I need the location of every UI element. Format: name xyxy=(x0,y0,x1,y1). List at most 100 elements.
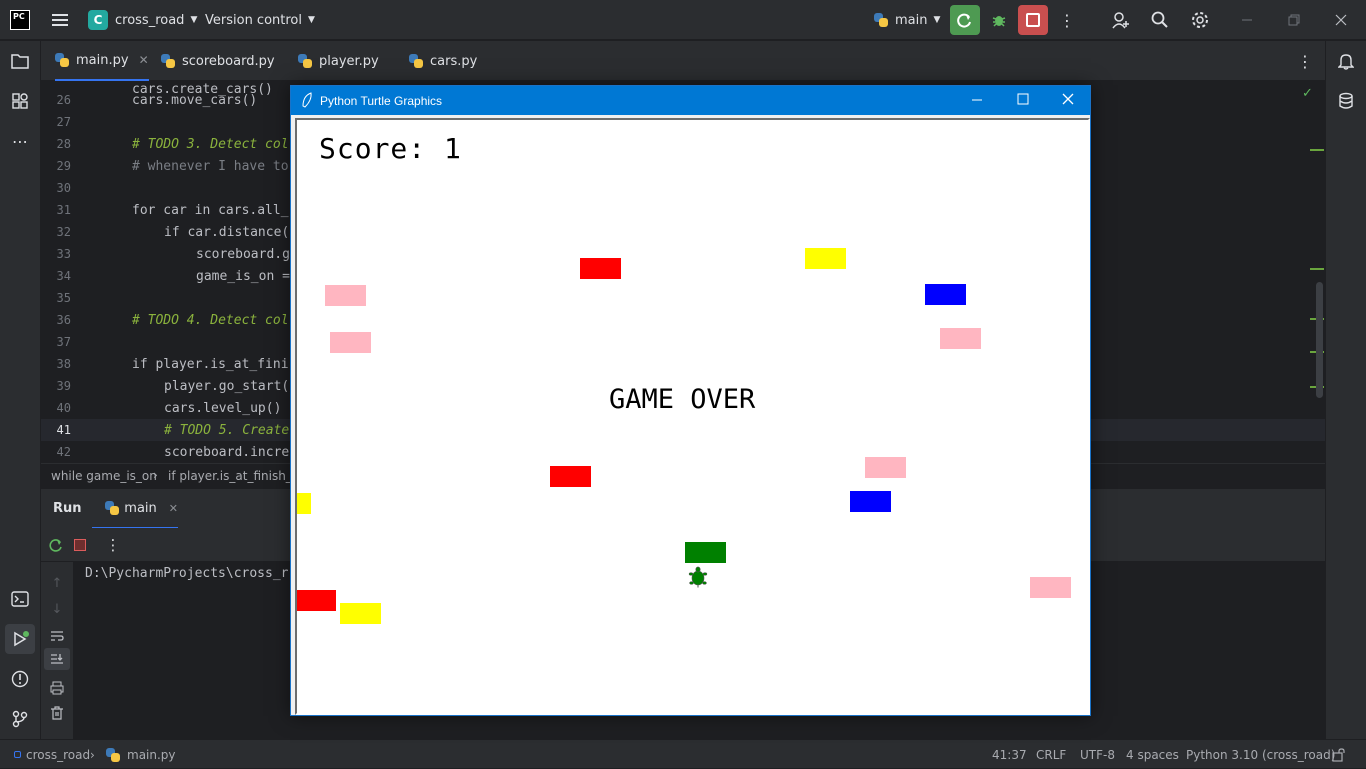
turtle-window-title: Python Turtle Graphics xyxy=(320,94,443,108)
caret-position[interactable]: 41:37 xyxy=(992,740,1027,769)
editor-scrollbar[interactable] xyxy=(1316,282,1323,398)
stop-button[interactable] xyxy=(1018,5,1048,35)
car xyxy=(925,284,966,305)
project-folder-icon[interactable] xyxy=(5,46,35,76)
indent-setting[interactable]: 4 spaces xyxy=(1126,740,1179,769)
code-text: game_is_on = xyxy=(196,268,290,284)
line-number: 29 xyxy=(56,159,71,173)
chevron-down-icon: ▼ xyxy=(308,15,315,25)
close-tab-icon[interactable]: ✕ xyxy=(139,53,149,67)
tab-main-py[interactable]: main.py ✕ xyxy=(55,41,149,81)
rerun-button[interactable] xyxy=(950,5,980,35)
main-menu-icon[interactable] xyxy=(45,5,75,35)
code-text: # TODO 5. Create xyxy=(164,422,290,438)
version-control-menu[interactable]: Version control ▼ xyxy=(205,0,315,40)
right-tool-strip xyxy=(1325,41,1366,739)
game-over-text: GAME OVER xyxy=(609,384,756,415)
line-number: 38 xyxy=(56,357,71,371)
settings-gear-icon[interactable] xyxy=(1185,5,1215,35)
tab-label: scoreboard.py xyxy=(182,53,275,69)
turtle-canvas[interactable]: Score: 1 GAME OVER xyxy=(295,118,1090,715)
run-config-selector[interactable]: main ▼ xyxy=(874,0,940,40)
minimize-icon[interactable] xyxy=(971,94,983,109)
minimize-icon[interactable] xyxy=(1232,5,1262,35)
status-project[interactable]: cross_road xyxy=(14,740,90,769)
python-icon xyxy=(105,501,120,515)
line-number: 33 xyxy=(56,247,71,261)
line-separator[interactable]: CRLF xyxy=(1036,740,1066,769)
tab-player-py[interactable]: player.py xyxy=(298,41,379,81)
more-options-icon[interactable]: ⋮ xyxy=(98,530,128,560)
turtle-player-icon xyxy=(687,566,709,592)
code-text: cars.move_cars() xyxy=(132,92,258,108)
python-icon xyxy=(106,747,120,762)
python-interpreter[interactable]: Python 3.10 (cross_road) xyxy=(1186,740,1335,769)
pycharm-logo[interactable]: PC xyxy=(10,10,30,30)
run-tool-icon[interactable] xyxy=(5,624,35,654)
status-file-name: main.py xyxy=(127,747,176,762)
code-text: # TODO 3. Detect col xyxy=(132,136,289,152)
turtle-graphics-window[interactable]: Python Turtle Graphics Score: 1 GAME OVE… xyxy=(290,85,1091,716)
restore-icon[interactable] xyxy=(1279,5,1309,35)
code-text: # TODO 4. Detect col xyxy=(132,312,289,328)
tab-label: cars.py xyxy=(430,53,478,69)
database-icon[interactable] xyxy=(1331,86,1361,116)
maximize-icon[interactable] xyxy=(1017,93,1029,108)
lock-icon[interactable] xyxy=(1332,740,1346,769)
change-marker xyxy=(1310,149,1324,151)
status-file[interactable]: main.py xyxy=(106,740,176,769)
tab-run-main[interactable]: main ✕ xyxy=(92,489,178,529)
line-number: 37 xyxy=(56,335,71,349)
close-icon[interactable] xyxy=(1326,5,1356,35)
file-encoding[interactable]: UTF-8 xyxy=(1080,740,1115,769)
problems-icon[interactable] xyxy=(5,664,35,694)
chevron-right-icon: › xyxy=(153,468,158,482)
stop-icon[interactable] xyxy=(65,530,95,560)
line-number: 30 xyxy=(56,181,71,195)
car xyxy=(580,258,621,279)
editor-tab-bar: main.py ✕ scoreboard.py player.py cars.p… xyxy=(41,41,1325,81)
code-text: scoreboard.g xyxy=(196,246,290,262)
status-bar: cross_road › main.py 41:37 CRLF UTF-8 4 … xyxy=(0,739,1366,768)
arrow-down-icon[interactable]: ↓ xyxy=(42,594,72,624)
line-number: 42 xyxy=(56,445,71,459)
line-number: 32 xyxy=(56,225,71,239)
line-number: 34 xyxy=(56,269,71,283)
scroll-to-end-icon[interactable] xyxy=(44,648,70,670)
add-user-icon[interactable] xyxy=(1106,5,1136,35)
project-badge: C xyxy=(88,10,108,30)
breadcrumb-item[interactable]: while game_is_on xyxy=(51,469,157,483)
tab-scoreboard-py[interactable]: scoreboard.py xyxy=(161,41,275,81)
turtle-window-titlebar[interactable]: Python Turtle Graphics xyxy=(291,86,1090,115)
change-marker xyxy=(1310,268,1324,270)
python-file-icon xyxy=(161,54,175,68)
code-text: cars.level_up() xyxy=(164,400,282,416)
trash-icon[interactable] xyxy=(42,698,72,728)
car xyxy=(340,603,381,624)
python-file-icon xyxy=(409,54,423,68)
tab-options-icon[interactable]: ⋮ xyxy=(1290,46,1320,76)
chevron-right-icon: › xyxy=(90,747,95,762)
search-icon[interactable] xyxy=(1145,5,1175,35)
code-text: scoreboard.incre xyxy=(164,444,290,460)
line-number: 31 xyxy=(56,203,71,217)
debug-icon[interactable] xyxy=(984,5,1014,35)
soft-wrap-icon[interactable] xyxy=(42,621,72,651)
car xyxy=(805,248,846,269)
status-project-name: cross_road xyxy=(26,747,91,762)
notifications-bell-icon[interactable] xyxy=(1331,46,1361,76)
project-switcher[interactable]: C cross_road ▼ xyxy=(88,0,197,40)
car xyxy=(940,328,981,349)
more-actions-icon[interactable]: ⋮ xyxy=(1052,5,1082,35)
structure-icon[interactable] xyxy=(5,86,35,116)
close-tab-icon[interactable]: ✕ xyxy=(169,502,178,515)
more-tools-icon[interactable]: ⋯ xyxy=(5,126,35,156)
terminal-icon[interactable] xyxy=(5,584,35,614)
left-tool-strip: ⋯ xyxy=(0,41,41,739)
score-label: Score: 1 xyxy=(319,132,462,165)
close-icon[interactable] xyxy=(1062,93,1074,108)
check-icon: ✓ xyxy=(1302,86,1313,101)
git-branch-icon[interactable] xyxy=(5,704,35,734)
run-panel-title: Run xyxy=(53,501,82,516)
tab-cars-py[interactable]: cars.py xyxy=(409,41,477,81)
